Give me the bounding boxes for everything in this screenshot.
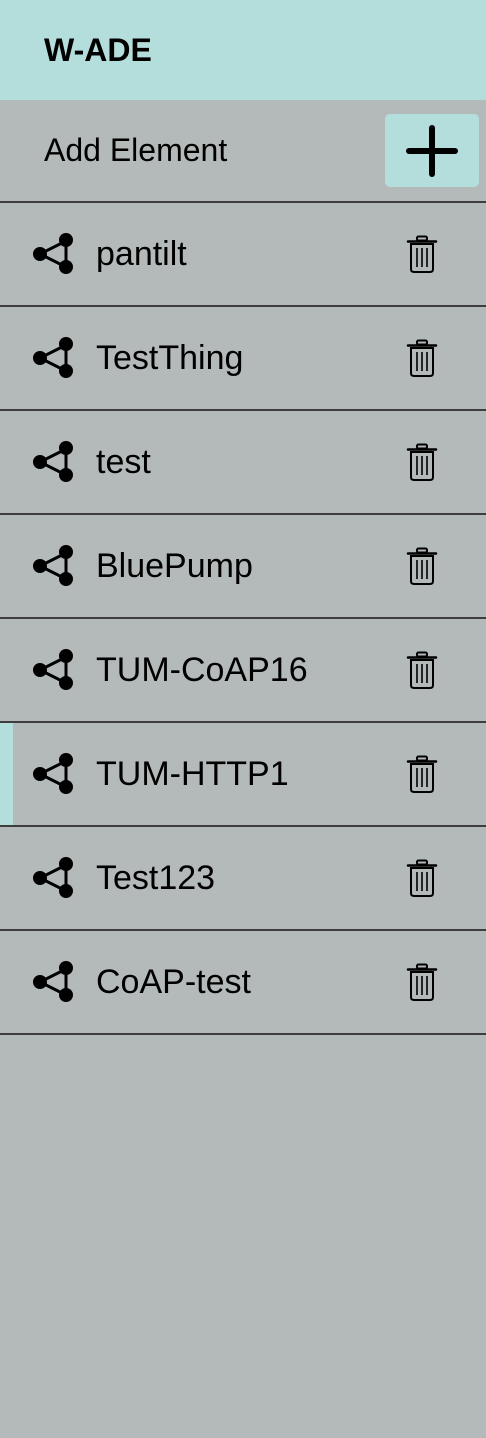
list-item[interactable]: BluePump bbox=[0, 515, 486, 619]
app-sidebar: W-ADE Add Element pantilt TestThing test… bbox=[0, 0, 486, 1438]
share-icon bbox=[33, 233, 73, 274]
app-header: W-ADE bbox=[0, 0, 486, 100]
item-name: TUM-HTTP1 bbox=[96, 754, 289, 793]
add-element-button[interactable] bbox=[385, 114, 479, 187]
list-item[interactable]: test bbox=[0, 411, 486, 515]
share-icon bbox=[33, 649, 73, 690]
thing-list: pantilt TestThing test BluePump TUM-CoAP… bbox=[0, 203, 486, 1035]
item-name: TestThing bbox=[96, 338, 244, 377]
item-name: Test123 bbox=[96, 858, 216, 897]
list-item[interactable]: TUM-HTTP1 bbox=[0, 723, 486, 827]
share-icon bbox=[33, 753, 73, 794]
item-name: CoAP-test bbox=[96, 962, 251, 1001]
app-title: W-ADE bbox=[44, 31, 152, 68]
trash-icon[interactable] bbox=[406, 651, 438, 689]
trash-icon[interactable] bbox=[406, 339, 438, 377]
share-icon bbox=[33, 545, 73, 586]
share-icon bbox=[33, 961, 73, 1002]
list-item[interactable]: Test123 bbox=[0, 827, 486, 931]
trash-icon[interactable] bbox=[406, 443, 438, 481]
share-icon bbox=[33, 337, 73, 378]
trash-icon[interactable] bbox=[406, 963, 438, 1001]
list-item[interactable]: TUM-CoAP16 bbox=[0, 619, 486, 723]
trash-icon[interactable] bbox=[406, 235, 438, 273]
trash-icon[interactable] bbox=[406, 859, 438, 897]
item-name: TUM-CoAP16 bbox=[96, 650, 308, 689]
item-name: test bbox=[96, 442, 151, 481]
plus-icon bbox=[406, 124, 458, 177]
trash-icon[interactable] bbox=[406, 547, 438, 585]
trash-icon[interactable] bbox=[406, 755, 438, 793]
list-item[interactable]: pantilt bbox=[0, 203, 486, 307]
add-element-row: Add Element bbox=[0, 100, 486, 203]
share-icon bbox=[33, 441, 73, 482]
list-item[interactable]: CoAP-test bbox=[0, 931, 486, 1035]
share-icon bbox=[33, 857, 73, 898]
item-name: pantilt bbox=[96, 234, 187, 273]
list-item[interactable]: TestThing bbox=[0, 307, 486, 411]
add-element-label: Add Element bbox=[44, 132, 228, 168]
item-name: BluePump bbox=[96, 546, 253, 585]
